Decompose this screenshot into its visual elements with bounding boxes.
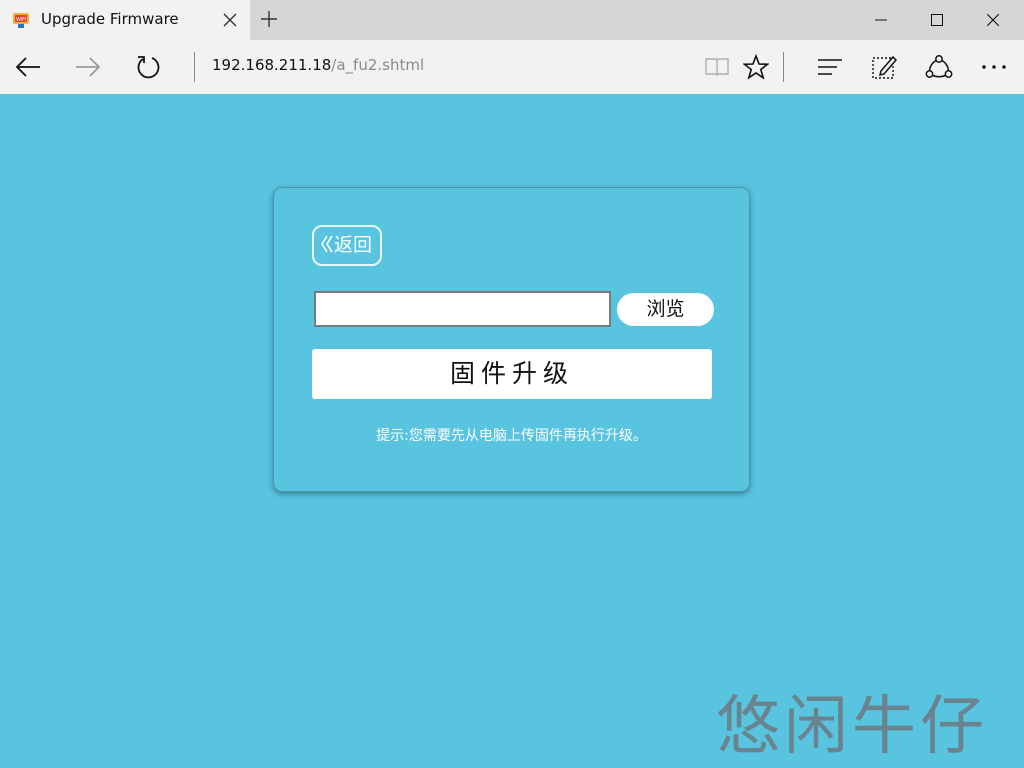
window-close-icon[interactable] <box>965 0 1021 40</box>
watermark: 悠闲牛仔 <box>716 690 988 764</box>
navigation-bar: 192.168.211.18/a_fu2.shtml <box>0 40 1024 94</box>
refresh-icon[interactable] <box>133 52 163 82</box>
new-tab-icon[interactable] <box>256 6 282 34</box>
tab-title: Upgrade Firmware <box>41 10 179 28</box>
title-bar: WiFi Upgrade Firmware <box>0 0 1024 40</box>
share-icon[interactable] <box>924 52 954 82</box>
back-label: 返回 <box>334 234 373 256</box>
more-icon[interactable] <box>979 52 1009 82</box>
tab-close-icon[interactable] <box>220 8 240 32</box>
double-chevron-left-icon <box>321 235 333 253</box>
minimize-icon[interactable] <box>853 0 909 40</box>
forward-arrow-icon[interactable] <box>73 52 103 82</box>
firmware-upgrade-panel: 返回 浏览 固件升级 提示:您需要先从电脑上传固件再执行升级。 <box>273 187 750 492</box>
favorite-star-icon[interactable] <box>741 52 771 82</box>
browse-button[interactable]: 浏览 <box>617 293 714 326</box>
maximize-icon[interactable] <box>909 0 965 40</box>
address-host: 192.168.211.18 <box>212 56 332 74</box>
active-tab[interactable]: WiFi Upgrade Firmware <box>0 0 250 40</box>
router-wifi-icon: WiFi <box>13 13 29 28</box>
separator <box>194 52 195 82</box>
hub-icon[interactable] <box>815 52 845 82</box>
back-button[interactable]: 返回 <box>312 225 382 266</box>
back-arrow-icon[interactable] <box>13 52 43 82</box>
address-path: /a_fu2.shtml <box>331 56 425 74</box>
upgrade-firmware-button[interactable]: 固件升级 <box>312 349 712 399</box>
separator <box>783 52 784 82</box>
firmware-file-input[interactable] <box>314 291 611 327</box>
address-bar[interactable]: 192.168.211.18/a_fu2.shtml <box>212 56 424 74</box>
reading-view-icon[interactable] <box>702 52 732 82</box>
web-note-icon[interactable] <box>869 52 899 82</box>
svg-text:WiFi: WiFi <box>16 17 26 23</box>
hint-text: 提示:您需要先从电脑上传固件再执行升级。 <box>376 428 647 444</box>
